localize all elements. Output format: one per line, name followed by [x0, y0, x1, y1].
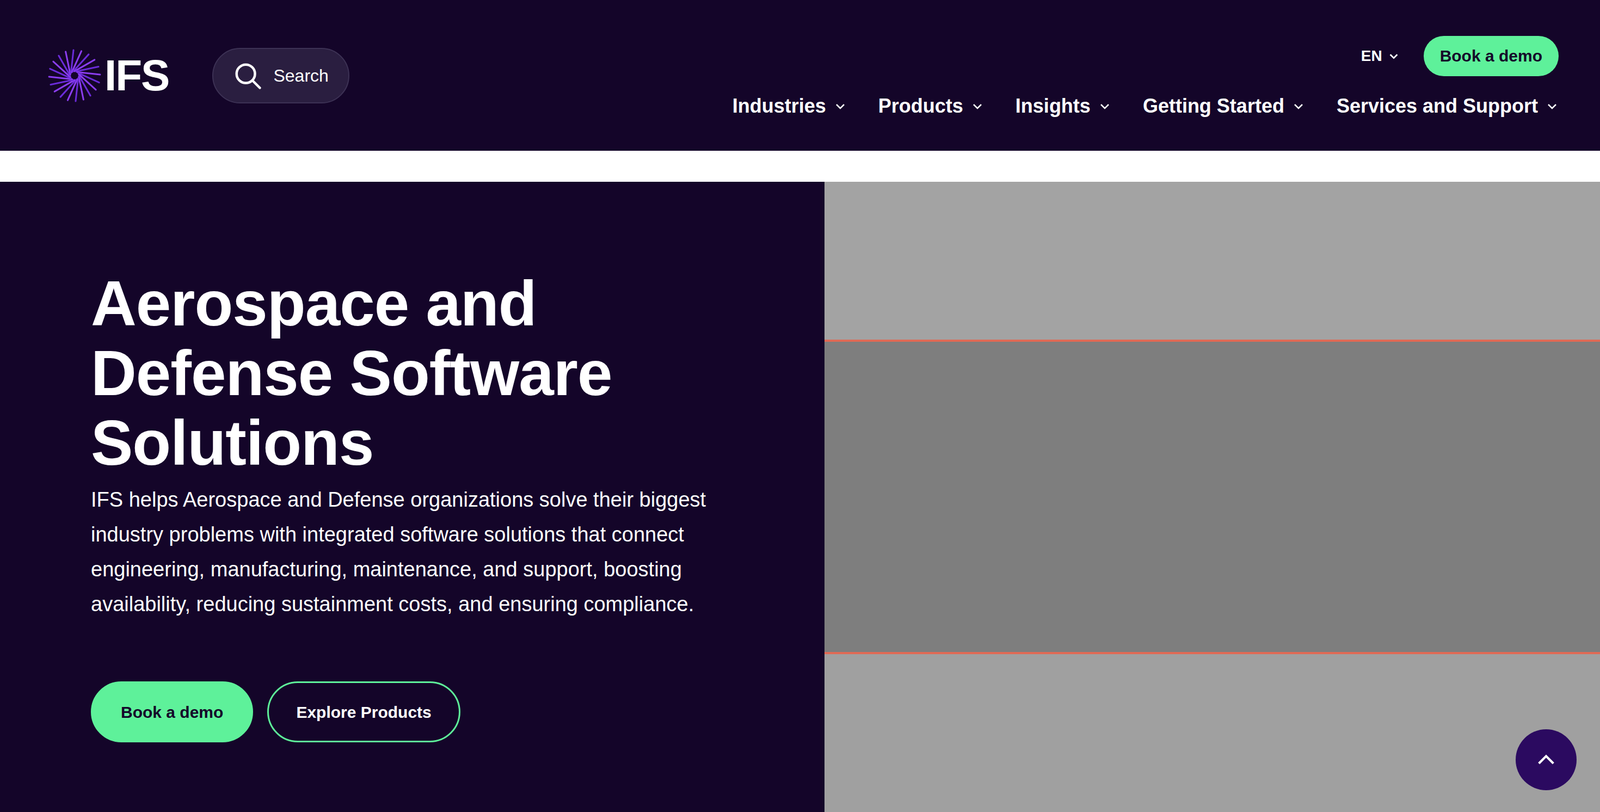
nav-item[interactable]: Industries [732, 91, 847, 121]
nav-label: Insights [1015, 91, 1091, 121]
chevron-down-icon [833, 99, 847, 113]
logo-text: IFS [104, 53, 169, 98]
book-demo-label: Book a demo [1440, 43, 1543, 69]
hero: Aerospace and Defense Software Solutions… [0, 181, 1600, 812]
nav-label: Products [878, 91, 964, 121]
hero-buttons: Book a demo Explore Products [90, 681, 792, 743]
ifs-logo[interactable]: IFS [46, 47, 169, 104]
swirl-icon [46, 47, 103, 104]
search-icon [232, 60, 263, 91]
chevron-down-icon [1098, 99, 1112, 113]
main-nav: Industries Products Insights Getting Starte… [732, 91, 1559, 121]
chevron-down-icon [1291, 99, 1306, 113]
nav-item[interactable]: Insights [1015, 91, 1112, 121]
hero-description: IFS helps Aerospace and Defense organiza… [90, 482, 712, 622]
chevron-down-icon [970, 99, 984, 113]
explore-products-button[interactable]: Explore Products [267, 681, 460, 743]
chevron-down-icon [1387, 50, 1400, 63]
site-header: IFS Search EN Book a demo Industries Prod… [0, 0, 1600, 151]
language-label: EN [1361, 44, 1383, 68]
button-label: Explore Products [296, 699, 432, 725]
book-demo-button[interactable]: Book a demo [90, 681, 254, 743]
nav-label: Services and Support [1336, 91, 1538, 121]
scroll-top-button[interactable] [1515, 729, 1577, 791]
chevron-down-icon [1545, 99, 1559, 113]
hero-photo [824, 181, 1600, 812]
nav-label: Getting Started [1142, 91, 1285, 121]
nav-item[interactable]: Products [878, 91, 984, 121]
nav-item[interactable]: Services and Support [1336, 91, 1559, 121]
search-button[interactable]: Search [212, 47, 349, 104]
nav-label: Industries [732, 91, 827, 121]
nav-item[interactable]: Getting Started [1142, 91, 1306, 121]
hero-title: Aerospace and Defense Software Solutions [90, 268, 744, 478]
hero-text-panel: Aerospace and Defense Software Solutions… [0, 181, 825, 812]
button-label: Book a demo [120, 699, 224, 725]
language-selector[interactable]: EN [1361, 44, 1400, 68]
chevron-up-icon [1535, 748, 1558, 771]
breadcrumb-strip [0, 150, 1600, 182]
book-demo-button[interactable]: Book a demo [1423, 35, 1559, 77]
search-label: Search [273, 62, 329, 89]
